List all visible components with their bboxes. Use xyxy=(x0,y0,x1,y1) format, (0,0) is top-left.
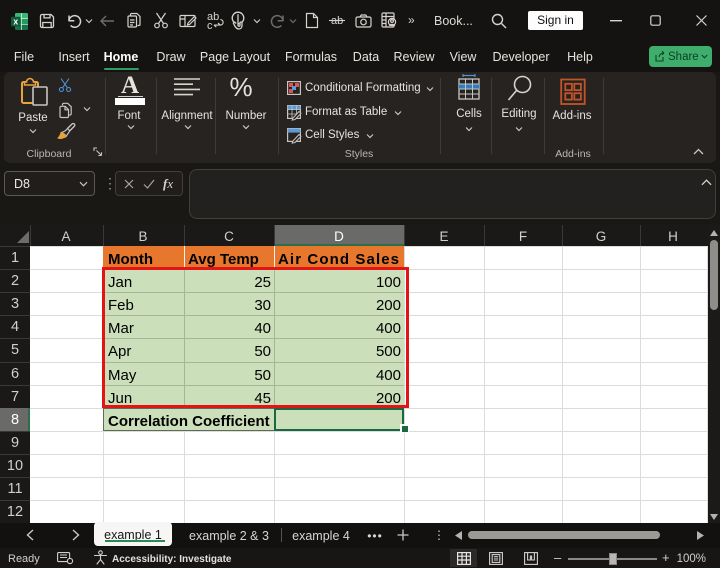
svg-text:x: x xyxy=(13,16,18,26)
svg-text:c: c xyxy=(207,20,213,32)
